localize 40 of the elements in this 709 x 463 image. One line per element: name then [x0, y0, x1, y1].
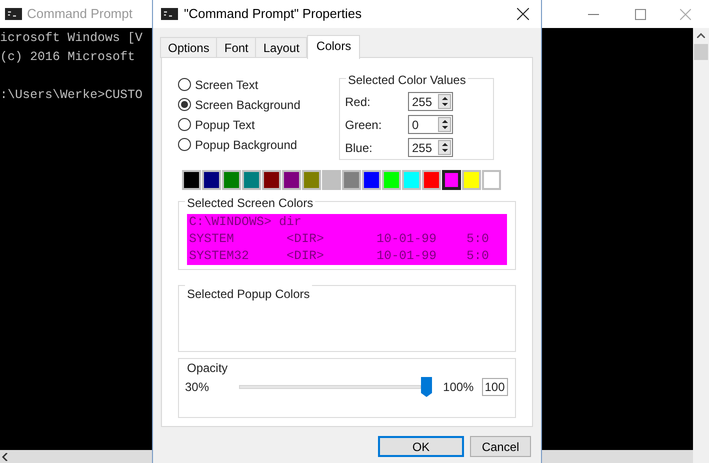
ok-button[interactable]: OK — [378, 436, 464, 457]
radio-button[interactable] — [178, 118, 191, 131]
radio-button[interactable] — [178, 138, 191, 151]
radio-label[interactable]: Popup Background — [195, 136, 298, 154]
radio-button[interactable] — [178, 98, 191, 111]
scroll-left-icon[interactable] — [2, 452, 8, 460]
field-label: Red: — [345, 94, 372, 110]
opacity-input[interactable]: 100 — [482, 378, 508, 396]
slider-thumb[interactable] — [421, 377, 432, 397]
field-label: Blue: — [345, 140, 374, 156]
opacity-slider[interactable] — [239, 377, 432, 397]
close-icon[interactable] — [517, 8, 529, 20]
cancel-button[interactable]: Cancel — [470, 436, 531, 457]
spin-field[interactable]: 255 — [408, 92, 453, 111]
group-title: Selected Popup Colors — [185, 285, 312, 303]
spin-field[interactable]: 255 — [408, 138, 453, 157]
slider-max-label: 100% — [443, 379, 474, 396]
radio-label[interactable]: Screen Background — [195, 96, 300, 114]
spinner-arrows-icon[interactable] — [438, 94, 451, 109]
tab[interactable]: Colors — [307, 35, 360, 59]
scroll-up-icon[interactable] — [697, 33, 705, 38]
maximize-icon[interactable] — [635, 8, 646, 20]
radio-label[interactable]: Screen Text — [195, 76, 258, 94]
vertical-scrollbar[interactable] — [693, 28, 709, 463]
tab[interactable]: Options — [160, 37, 218, 58]
tab[interactable]: Layout — [255, 37, 308, 58]
spinner-arrows-icon[interactable] — [438, 140, 451, 155]
dialog-title: "Command Prompt" Properties — [184, 5, 362, 24]
field-label: Green: — [345, 116, 383, 134]
screen-color-preview: C:\WINDOWS> dir SYSTEM <DIR> 10-01-99 5:0 SYSTEM32 <DIR> 10-01-99 5:0 — [187, 214, 507, 265]
window-title: Command Prompt — [27, 5, 132, 24]
console-app-icon — [5, 8, 22, 20]
scrollbar-thumb[interactable] — [694, 44, 708, 60]
spin-field[interactable]: 0 — [408, 115, 453, 134]
slider-min-label: 30% — [185, 379, 210, 396]
spinner-arrows-icon[interactable] — [438, 117, 451, 132]
radio-label[interactable]: Popup Text — [195, 116, 255, 134]
radio-button[interactable] — [178, 78, 191, 91]
color-swatch[interactable] — [442, 170, 461, 190]
console-app-icon — [161, 8, 178, 20]
